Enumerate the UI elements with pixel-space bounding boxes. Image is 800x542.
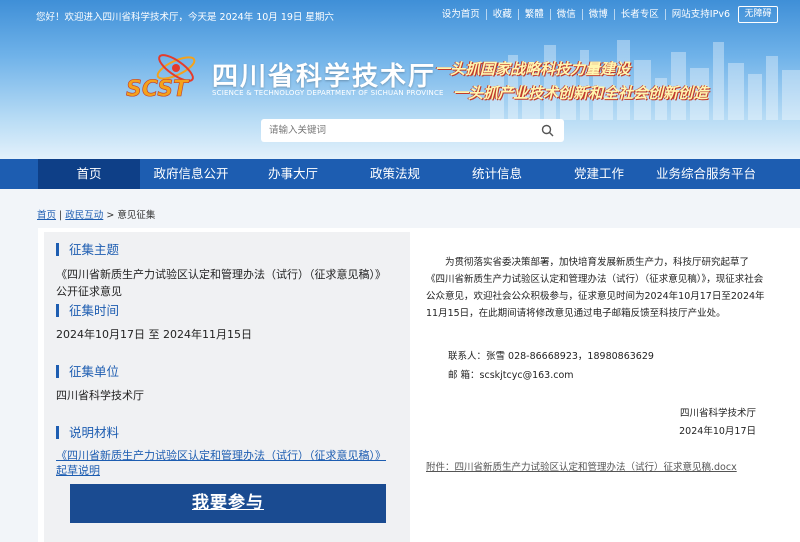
- nav-service-platform[interactable]: 业务综合服务平台: [650, 159, 762, 189]
- topic-text: 《四川省新质生产力试验区认定和管理办法（试行）（征求意见稿）》公开征求意见: [56, 268, 386, 298]
- search-input[interactable]: [261, 119, 531, 142]
- accessibility-button[interactable]: 无障碍: [738, 6, 778, 23]
- nav-party-building[interactable]: 党建工作: [548, 159, 650, 189]
- issuing-org: 四川省科学技术厅: [679, 408, 756, 419]
- unit-heading: 征集单位: [56, 365, 119, 378]
- site-header: 您好！欢迎进入四川省科学技术厅，今天是 2024年 10月 19日 星期六 设为…: [0, 0, 800, 159]
- unit-text: 四川省科学技术厅: [56, 389, 144, 402]
- nav-service-hall[interactable]: 办事大厅: [242, 159, 344, 189]
- topic-heading: 征集主题: [56, 243, 119, 256]
- slogan-line-1: 一头抓国家战略科技力量建设: [434, 60, 630, 78]
- nav-home[interactable]: 首页: [38, 159, 140, 189]
- breadcrumb-section[interactable]: 政民互动: [65, 210, 103, 221]
- participate-button[interactable]: 我要参与: [70, 484, 386, 523]
- search-box: [261, 119, 564, 142]
- set-homepage-link[interactable]: 设为首页: [436, 9, 486, 20]
- scst-emblem-icon: SCST: [126, 54, 196, 100]
- time-heading: 征集时间: [56, 304, 119, 317]
- nav-statistics[interactable]: 统计信息: [446, 159, 548, 189]
- breadcrumb: 首页 | 政民互动 > 意见征集: [37, 207, 155, 221]
- elderly-zone-link[interactable]: 长者专区: [613, 9, 665, 20]
- notice-body: 为贯彻落实省委决策部署，加快培育发展新质生产力，科技厅研究起草了《四川省新质生产…: [426, 228, 776, 542]
- nav-policies[interactable]: 政策法规: [344, 159, 446, 189]
- top-links: 设为首页 收藏 繁體 微信 微博 长者专区 网站支持IPv6: [436, 9, 736, 20]
- drafting-notes-link[interactable]: 《四川省新质生产力试验区认定和管理办法（试行）（征求意见稿）》起草说明: [56, 448, 386, 478]
- welcome-text: 您好！欢迎进入四川省科学技术厅，今天是 2024年 10月 19日 星期六: [36, 12, 334, 23]
- search-icon[interactable]: [541, 124, 554, 137]
- email-line: 邮 箱：scskjtcyc@163.com: [448, 370, 574, 381]
- breadcrumb-separator: >: [106, 210, 118, 221]
- issue-date: 2024年10月17日: [679, 426, 756, 437]
- top-bar: 您好！欢迎进入四川省科学技术厅，今天是 2024年 10月 19日 星期六 设为…: [0, 0, 800, 30]
- svg-text:SCST: SCST: [126, 77, 190, 100]
- wechat-link[interactable]: 微信: [549, 9, 582, 20]
- notice-paragraph: 为贯彻落实省委决策部署，加快培育发展新质生产力，科技厅研究起草了《四川省新质生产…: [426, 257, 765, 319]
- attachment-link[interactable]: 附件：四川省新质生产力试验区认定和管理办法（试行）征求意见稿.docx: [426, 459, 737, 473]
- solicitation-info: 征集主题 《四川省新质生产力试验区认定和管理办法（试行）（征求意见稿）》公开征求…: [44, 232, 410, 542]
- breadcrumb-current: 意见征集: [117, 210, 156, 221]
- site-logo[interactable]: SCST 四川省科学技术厅 SCIENCE & TECHNOLOGY DEPAR…: [124, 52, 443, 102]
- bookmark-link[interactable]: 收藏: [485, 9, 518, 20]
- materials-heading: 说明材料: [56, 426, 119, 439]
- traditional-chinese-link[interactable]: 繁體: [517, 9, 550, 20]
- content-panel: 征集主题 《四川省新质生产力试验区认定和管理办法（试行）（征求意见稿）》公开征求…: [38, 228, 800, 542]
- site-name-english: SCIENCE & TECHNOLOGY DEPARTMENT OF SICHU…: [212, 89, 444, 97]
- slogan-line-2: 一头抓产业技术创新和全社会创新创造: [452, 84, 708, 102]
- contact-line: 联系人：张雪 028-86668923，18980863629: [448, 351, 654, 362]
- nav-gov-info[interactable]: 政府信息公开: [140, 159, 242, 189]
- main-nav: 首页 政府信息公开 办事大厅 政策法规 统计信息 党建工作 业务综合服务平台: [0, 159, 800, 189]
- ipv6-support-link[interactable]: 网站支持IPv6: [664, 9, 736, 20]
- site-name: 四川省科学技术厅: [212, 62, 437, 92]
- weibo-link[interactable]: 微博: [581, 9, 614, 20]
- breadcrumb-home[interactable]: 首页: [37, 210, 56, 221]
- time-text: 2024年10月17日 至 2024年11月15日: [56, 328, 252, 341]
